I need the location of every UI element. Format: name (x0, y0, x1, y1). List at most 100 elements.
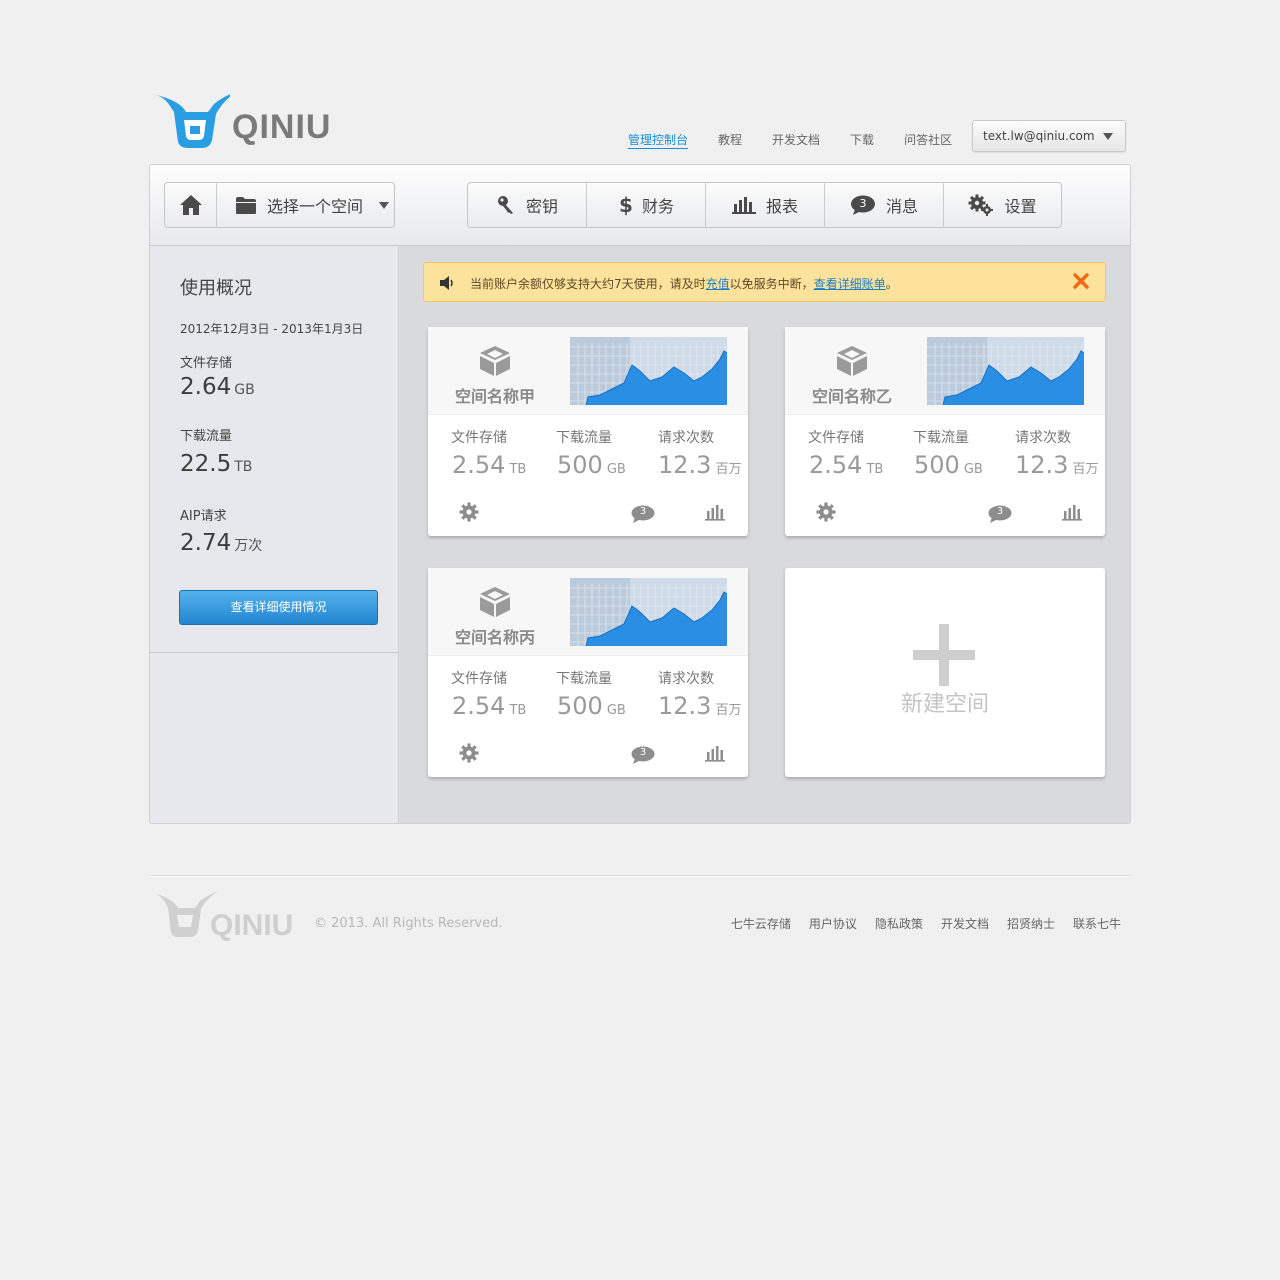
nav-dev-docs[interactable]: 开发文档 (772, 131, 820, 149)
metric-label: 请求次数 (1015, 430, 1071, 446)
download-traffic-value: 22.5 TB (180, 451, 253, 477)
toolbar: 选择一个空间 密钥 $ 财务 报表 3 消息 设置 (150, 165, 1130, 246)
storage-value: 2.64 GB (180, 374, 255, 400)
gears-icon (968, 194, 994, 216)
gear-icon[interactable] (459, 502, 479, 522)
user-menu-dropdown[interactable]: text.lw@qiniu.com (972, 120, 1126, 152)
message-icon: 3 (850, 195, 876, 215)
tab-messages[interactable]: 3 消息 (824, 183, 943, 227)
nav-qa-community[interactable]: 问答社区 (904, 131, 952, 149)
bar-chart-icon[interactable] (705, 503, 725, 521)
api-requests-value: 2.74 万次 (180, 530, 263, 556)
metric-label: 请求次数 (658, 430, 714, 446)
logo-text: QINIU (232, 108, 332, 146)
new-bucket-card[interactable]: 新建空间 (785, 568, 1105, 777)
bucket-grid: 当前账户余额仅够支持大约7天使用，请及时充值以免服务中断，查看详细账单。 空间名… (400, 246, 1130, 823)
user-email: text.lw@qiniu.com (983, 129, 1095, 143)
nav-download[interactable]: 下载 (850, 131, 874, 149)
chevron-down-icon (379, 201, 390, 209)
copyright: © 2013. All Rights Reserved. (314, 916, 503, 931)
main-panel: 选择一个空间 密钥 $ 财务 报表 3 消息 设置 使用概况 2012年12月3… (149, 164, 1131, 824)
dollar-icon: $ (619, 194, 632, 216)
bucket-select-label: 选择一个空间 (267, 197, 364, 216)
footer-divider (150, 875, 1132, 877)
bar-chart-icon[interactable] (1062, 503, 1082, 521)
metric-label: 文件存储 (808, 430, 864, 446)
download-traffic-label: 下载流量 (180, 429, 233, 444)
metric-value: 12.3 百万 (658, 692, 742, 720)
footer-link-contact[interactable]: 联系七牛 (1073, 915, 1121, 932)
tab-settings-label: 设置 (1004, 197, 1037, 216)
gear-icon[interactable] (459, 743, 479, 763)
metric-label: 下载流量 (556, 430, 612, 446)
tab-keys[interactable]: 密钥 (468, 183, 586, 227)
key-icon (497, 196, 513, 214)
metric-value: 500 GB (557, 451, 626, 479)
box-icon (837, 346, 867, 376)
footer-link-qiniu-storage[interactable]: 七牛云存储 (731, 915, 791, 932)
bucket-nav-group: 选择一个空间 (164, 182, 395, 228)
bucket-card[interactable]: 空间名称丙 文件存储 2.54 TB 下载流量 500 GB 请求次数 12.3 百万 (428, 568, 748, 777)
qiniu-bull-icon (152, 92, 236, 148)
message-icon[interactable]: 3 (631, 505, 655, 523)
balance-alert: 当前账户余额仅够支持大约7天使用，请及时充值以免服务中断，查看详细账单。 (423, 262, 1106, 302)
nav-console[interactable]: 管理控制台 (628, 131, 689, 149)
footer-logo: QINIU (150, 890, 305, 942)
footer-link-careers[interactable]: 招贤纳士 (1007, 915, 1055, 932)
tab-reports[interactable]: 报表 (705, 183, 824, 227)
box-icon (480, 346, 510, 376)
usage-sidebar: 使用概况 2012年12月3日 - 2013年1月3日 文件存储 2.64 GB … (150, 246, 399, 823)
message-count: 3 (996, 506, 1004, 517)
view-usage-details-button[interactable]: 查看详细使用情况 (179, 590, 378, 625)
svg-text:QINIU: QINIU (210, 909, 293, 942)
view-bill-link[interactable]: 查看详细账单 (814, 277, 886, 291)
bucket-select[interactable]: 选择一个空间 (216, 183, 394, 227)
metric-label: 文件存储 (451, 430, 507, 446)
metric-value: 2.54 TB (452, 692, 527, 720)
traffic-sparkline-chart (927, 337, 1084, 405)
traffic-sparkline-chart (570, 337, 727, 405)
qiniu-logo[interactable]: QINIU (150, 90, 336, 152)
bar-chart-icon (731, 197, 756, 214)
message-badge: 3 (859, 197, 867, 210)
message-count: 3 (639, 506, 647, 517)
tab-messages-label: 消息 (885, 197, 918, 216)
api-requests-label: AIP请求 (180, 509, 227, 524)
metric-value: 12.3 百万 (658, 451, 742, 479)
bucket-name[interactable]: 空间名称甲 (455, 383, 535, 407)
footer-link-user-agreement[interactable]: 用户协议 (809, 915, 857, 932)
chevron-down-icon (1103, 133, 1113, 140)
bucket-name[interactable]: 空间名称乙 (812, 383, 892, 407)
gear-icon[interactable] (816, 502, 836, 522)
nav-tutorials[interactable]: 教程 (718, 131, 742, 149)
usage-date-range: 2012年12月3日 - 2013年1月3日 (180, 322, 364, 336)
tab-finance-label: 财务 (641, 197, 674, 216)
message-icon[interactable]: 3 (988, 505, 1012, 523)
message-count: 3 (639, 747, 647, 758)
alert-text: 当前账户余额仅够支持大约7天使用，请及时 (470, 277, 706, 291)
metric-label: 文件存储 (451, 671, 507, 687)
traffic-sparkline-chart (570, 578, 727, 646)
metric-value: 2.54 TB (809, 451, 884, 479)
svg-text:$: $ (619, 194, 632, 216)
tab-settings[interactable]: 设置 (943, 183, 1061, 227)
footer-link-dev-docs[interactable]: 开发文档 (941, 915, 989, 932)
recharge-link[interactable]: 充值 (706, 277, 730, 291)
metric-label: 下载流量 (556, 671, 612, 687)
bucket-card[interactable]: 空间名称乙 文件存储 2.54 TB 下载流量 500 GB 请求次数 12.3 百万 (785, 327, 1105, 536)
footer-link-privacy[interactable]: 隐私政策 (875, 915, 923, 932)
main-tabs: 密钥 $ 财务 报表 3 消息 设置 (467, 182, 1062, 228)
sidebar-divider (150, 652, 399, 653)
bucket-name[interactable]: 空间名称丙 (455, 624, 535, 648)
home-button[interactable] (165, 183, 216, 227)
folder-icon (236, 197, 256, 214)
box-icon (480, 587, 510, 617)
close-icon[interactable] (1073, 273, 1089, 289)
bucket-card[interactable]: 空间名称甲 文件存储 2.54 TB 下载流量 500 GB 请求次数 12.3 百万 (428, 327, 748, 536)
new-bucket-label: 新建空间 (900, 692, 989, 717)
tab-finance[interactable]: $ 财务 (586, 183, 705, 227)
bar-chart-icon[interactable] (705, 744, 725, 762)
tab-keys-label: 密钥 (525, 197, 558, 216)
metric-value: 2.54 TB (452, 451, 527, 479)
message-icon[interactable]: 3 (631, 746, 655, 764)
